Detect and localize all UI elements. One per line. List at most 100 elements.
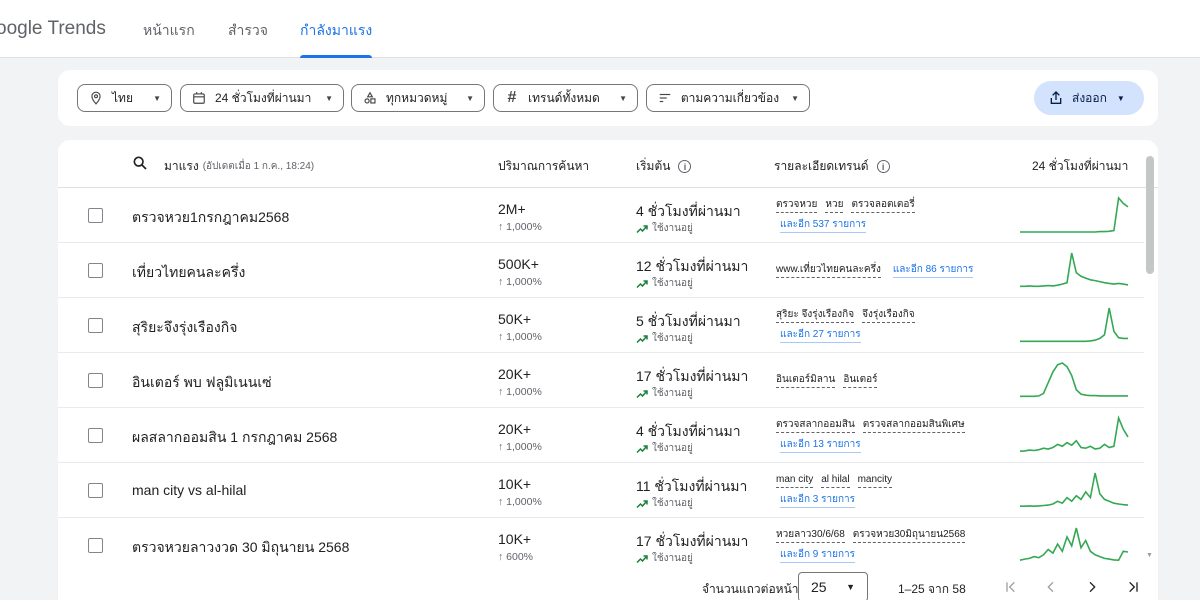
status-badge: ใช้งานอยู่ xyxy=(636,551,693,566)
rows-per-page-select[interactable]: 25 ▼ xyxy=(798,572,868,600)
sparkline-line xyxy=(1020,196,1129,233)
col-started[interactable]: เริ่มต้น i xyxy=(636,157,692,176)
location-pin-icon xyxy=(88,90,104,106)
sort-filter[interactable]: ตามความเกี่ยวข้อง ▼ xyxy=(646,84,810,112)
more-queries-link[interactable]: และอีก 537 รายการ xyxy=(780,218,867,233)
breakdown-tag[interactable]: หวยลาว30/6/68 xyxy=(776,528,845,543)
status-label: ใช้งานอยู่ xyxy=(652,333,693,344)
breakdown-tag[interactable]: ตรวจสลากออมสินพิเศษ xyxy=(862,418,965,433)
status-badge: ใช้งานอยู่ xyxy=(636,331,693,346)
trend-term[interactable]: ตรวจหวย1กรกฎาคม2568 xyxy=(132,207,289,229)
info-icon[interactable]: i xyxy=(876,160,890,173)
table-row[interactable]: man city vs al-hilal 10K+ ↑ 1,000% 11 ชั… xyxy=(58,463,1144,518)
breakdown-tag[interactable]: man city xyxy=(776,473,814,488)
breakdown-tag[interactable]: ตรวจหวย xyxy=(776,198,818,213)
volume-increase: ↑ 600% xyxy=(498,551,534,563)
breakdown-tag[interactable]: www.เที่ยวไทยคนละครึ่ง xyxy=(776,263,881,278)
trend-term[interactable]: ตรวจหวยลาวงวด 30 มิถุนายน 2568 xyxy=(132,537,349,559)
caret-down-icon: ▼ xyxy=(846,582,855,592)
more-queries-link[interactable]: และอีก 86 รายการ xyxy=(892,263,974,278)
trend-breakdown: อินเตอร์มิลาน อินเตอร์ xyxy=(776,373,1016,388)
more-queries-link[interactable]: และอีก 27 รายการ xyxy=(780,328,861,343)
search-icon[interactable] xyxy=(132,155,148,176)
col-trending: มาแรง (อัปเดตเมื่อ 1 ก.ค., 18:24) xyxy=(164,157,314,176)
started-time: 17 ชั่วโมงที่ผ่านมา xyxy=(636,368,749,384)
table-row[interactable]: ตรวจหวยลาวงวด 30 มิถุนายน 2568 10K+ ↑ 60… xyxy=(58,518,1144,573)
more-queries-link[interactable]: และอีก 3 รายการ xyxy=(780,493,856,508)
row-checkbox[interactable] xyxy=(88,373,103,388)
tab-trending-now[interactable]: กำลังมาแรง xyxy=(300,20,373,58)
status-badge: ใช้งานอยู่ xyxy=(636,386,693,401)
row-checkbox[interactable] xyxy=(88,263,103,278)
tab-explore[interactable]: สำรวจ xyxy=(228,20,268,58)
table-row[interactable]: ตรวจหวย1กรกฎาคม2568 2M+ ↑ 1,000% 4 ชั่วโ… xyxy=(58,188,1144,243)
google-trends-logo[interactable]: oogle Trends xyxy=(0,18,106,40)
volume-increase: ↑ 1,000% xyxy=(498,276,542,288)
table-scrollbar[interactable] xyxy=(1146,156,1154,274)
trend-term[interactable]: man city vs al-hilal xyxy=(132,482,246,498)
trend-type-filter-label: เทรนด์ทั้งหมด xyxy=(528,90,600,105)
row-checkbox[interactable] xyxy=(88,208,103,223)
row-checkbox[interactable] xyxy=(88,538,103,553)
page-range: 1–25 จาก 58 xyxy=(898,582,966,596)
table-row[interactable]: สุริยะจึงรุ่งเรืองกิจ 50K+ ↑ 1,000% 5 ชั… xyxy=(58,298,1144,353)
row-checkbox[interactable] xyxy=(88,483,103,498)
trend-term[interactable]: เที่ยวไทยคนละครึ่ง xyxy=(132,262,245,284)
time-filter-label: 24 ชั่วโมงที่ผ่านมา xyxy=(215,90,312,105)
search-volume: 500K+ xyxy=(498,256,539,272)
sparkline-line xyxy=(1019,527,1129,562)
breakdown-tag[interactable]: ตรวจสลากออมสิน xyxy=(776,418,855,433)
table-row[interactable]: ผลสลากออมสิน 1 กรกฎาคม 2568 20K+ ↑ 1,000… xyxy=(58,408,1144,463)
trends-table: มาแรง (อัปเดตเมื่อ 1 ก.ค., 18:24) ปริมาณ… xyxy=(58,140,1158,600)
scroll-down-arrow-icon[interactable]: ▼ xyxy=(1146,552,1153,559)
table-row[interactable]: เที่ยวไทยคนละครึ่ง 500K+ ↑ 1,000% 12 ชั่… xyxy=(58,243,1144,298)
col-volume[interactable]: ปริมาณการค้นหา xyxy=(498,157,589,176)
category-filter[interactable]: ทุกหมวดหมู่ ▼ xyxy=(351,84,485,112)
region-filter[interactable]: ไทย ▼ xyxy=(77,84,172,112)
more-queries-link[interactable]: และอีก 13 รายการ xyxy=(780,438,861,453)
row-checkbox[interactable] xyxy=(88,428,103,443)
previous-page-icon[interactable] xyxy=(1040,576,1062,598)
breakdown-tag[interactable]: อินเตอร์ xyxy=(843,373,878,388)
trend-type-filter[interactable]: # เทรนด์ทั้งหมด ▼ xyxy=(493,84,638,112)
sort-lines-icon xyxy=(657,90,673,106)
info-icon[interactable]: i xyxy=(678,160,692,173)
search-volume: 20K+ xyxy=(498,366,532,382)
row-checkbox[interactable] xyxy=(88,318,103,333)
breakdown-tag[interactable]: สุริยะ จึงรุ่งเรืองกิจ xyxy=(776,308,855,323)
export-button[interactable]: ส่งออก ▼ xyxy=(1034,81,1144,115)
next-page-icon[interactable] xyxy=(1081,576,1103,598)
status-label: ใช้งานอยู่ xyxy=(652,388,693,399)
trending-up-icon xyxy=(636,224,648,233)
trend-term[interactable]: อินเตอร์ พบ ฟลูมิเนนเซ่ xyxy=(132,372,272,394)
more-queries-link[interactable]: และอีก 9 รายการ xyxy=(780,548,856,563)
share-upload-icon xyxy=(1048,90,1064,106)
sparkline-chart xyxy=(1020,252,1129,288)
table-row[interactable]: อินเตอร์ พบ ฟลูมิเนนเซ่ 20K+ ↑ 1,000% 17… xyxy=(58,353,1144,408)
search-volume: 10K+ xyxy=(498,531,532,547)
breakdown-tag[interactable]: mancity xyxy=(857,473,893,488)
search-volume: 50K+ xyxy=(498,311,532,327)
col-trending-updated: (อัปเดตเมื่อ 1 ก.ค., 18:24) xyxy=(202,161,315,172)
breakdown-tag[interactable]: ตรวจหวย30มิถุนายน2568 xyxy=(852,528,966,543)
trend-term[interactable]: ผลสลากออมสิน 1 กรกฎาคม 2568 xyxy=(132,427,337,449)
first-page-icon[interactable] xyxy=(1000,576,1022,598)
breakdown-tag[interactable]: อินเตอร์มิลาน xyxy=(776,373,836,388)
breakdown-tag[interactable]: ตรวจลอตเตอรี่ xyxy=(851,198,915,213)
breakdown-tag[interactable]: หวย xyxy=(825,198,844,213)
rows-per-page-value: 25 xyxy=(811,579,827,595)
tab-home[interactable]: หน้าแรก xyxy=(143,20,195,58)
breakdown-tag[interactable]: al hilal xyxy=(821,473,850,488)
logo-trends-text: Trends xyxy=(47,18,106,39)
pagination-bar: จำนวนแถวต่อหน้า 25 ▼ 1–25 จาก 58 xyxy=(58,566,1158,600)
logo-google-text: oogle xyxy=(0,18,43,39)
trending-up-icon xyxy=(636,499,648,508)
sparkline-chart xyxy=(1020,362,1128,398)
time-filter[interactable]: 24 ชั่วโมงที่ผ่านมา ▼ xyxy=(180,84,344,112)
col-trending-label: มาแรง xyxy=(164,159,199,173)
volume-increase: ↑ 1,000% xyxy=(498,221,542,233)
last-page-icon[interactable] xyxy=(1122,576,1144,598)
trend-term[interactable]: สุริยะจึงรุ่งเรืองกิจ xyxy=(132,317,237,339)
sparkline-line xyxy=(1019,415,1129,452)
breakdown-tag[interactable]: จึงรุ่งเรืองกิจ xyxy=(862,308,915,323)
